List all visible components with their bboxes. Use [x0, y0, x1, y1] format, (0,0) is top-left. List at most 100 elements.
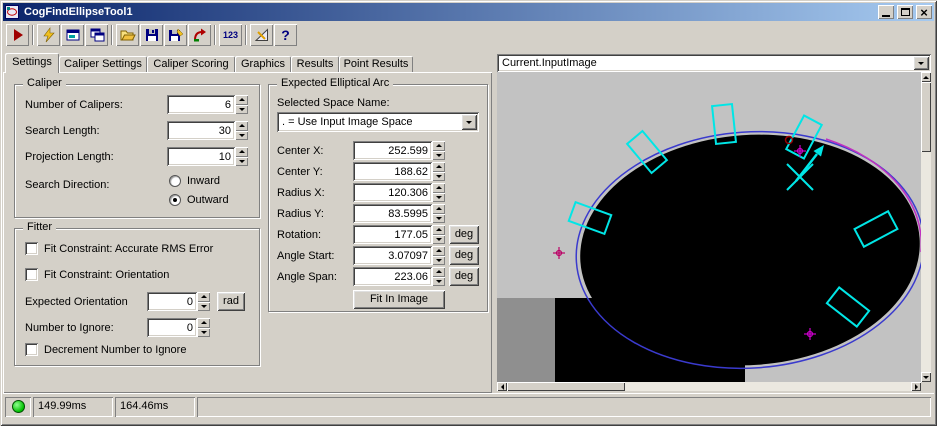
rms-checkbox[interactable]	[25, 242, 38, 255]
selected-space-value: . = Use Input Image Space	[282, 116, 413, 128]
image-source-combo[interactable]: Current.InputImage	[497, 54, 931, 72]
spin-down-icon[interactable]	[432, 213, 445, 223]
tab-results[interactable]: Results	[291, 56, 339, 72]
decrement-checkbox-row: Decrement Number to Ignore	[25, 343, 186, 356]
vertical-scroll-thumb[interactable]	[921, 82, 931, 152]
decrement-number-checkbox[interactable]	[25, 343, 38, 356]
search-length-input[interactable]	[167, 121, 235, 140]
orientation-constraint-checkbox[interactable]	[25, 268, 38, 281]
number-to-ignore-spinner[interactable]	[197, 318, 210, 337]
spin-down-icon[interactable]	[432, 255, 445, 265]
close-button[interactable]: ×	[916, 5, 932, 19]
spin-up-icon[interactable]	[432, 141, 445, 151]
center-y-spinner[interactable]	[432, 162, 445, 181]
decrement-checkbox-label: Decrement Number to Ignore	[44, 343, 187, 356]
scroll-right-button[interactable]	[911, 382, 921, 391]
help-button[interactable]: ?	[274, 24, 297, 46]
radius-x-spinner[interactable]	[432, 183, 445, 202]
image-display[interactable]	[497, 72, 925, 382]
number-to-ignore-input[interactable]	[147, 318, 197, 337]
outward-radio[interactable]	[169, 194, 181, 206]
rotation-spinner[interactable]	[432, 225, 445, 244]
spin-up-icon[interactable]	[235, 121, 248, 131]
number-of-calipers-spinner[interactable]	[235, 95, 248, 114]
combo-dropdown-button[interactable]	[461, 114, 477, 130]
spin-down-icon[interactable]	[197, 301, 210, 311]
save-button[interactable]	[140, 24, 163, 46]
radius-y-spinner[interactable]	[432, 204, 445, 223]
search-length-spinner[interactable]	[235, 121, 248, 140]
expected-orientation-input[interactable]	[147, 292, 197, 311]
spin-down-icon[interactable]	[432, 234, 445, 244]
inward-radio[interactable]	[169, 175, 181, 187]
spin-down-icon[interactable]	[235, 130, 248, 140]
angle-start-input[interactable]	[353, 246, 432, 265]
rotation-input[interactable]	[353, 225, 432, 244]
horizontal-scroll-thumb[interactable]	[507, 382, 625, 391]
center-y-input[interactable]	[353, 162, 432, 181]
electric-run-button[interactable]	[37, 24, 60, 46]
tab-graphics[interactable]: Graphics	[235, 56, 291, 72]
spin-up-icon[interactable]	[432, 267, 445, 277]
maximize-button[interactable]	[897, 5, 913, 19]
angle-span-spinner[interactable]	[432, 267, 445, 286]
tab-caliper-scoring[interactable]: Caliper Scoring	[147, 56, 235, 72]
radius-y-input[interactable]	[353, 204, 432, 223]
open-button[interactable]	[116, 24, 139, 46]
fit-in-image-button[interactable]: Fit In Image	[353, 290, 445, 309]
numeric-results-button[interactable]: 123	[219, 24, 242, 46]
window-icon	[5, 5, 19, 19]
spin-down-icon[interactable]	[432, 150, 445, 160]
rotation-deg-button[interactable]: deg	[449, 225, 479, 244]
spin-up-icon[interactable]	[197, 318, 210, 328]
spin-up-icon[interactable]	[432, 204, 445, 214]
angle-span-field	[353, 267, 445, 286]
scroll-down-button[interactable]	[921, 372, 931, 382]
number-of-calipers-input[interactable]	[167, 95, 235, 114]
angle-start-deg-button[interactable]: deg	[449, 246, 479, 265]
image-canvas	[497, 72, 925, 382]
angle-span-deg-button[interactable]: deg	[449, 267, 479, 286]
spin-down-icon[interactable]	[235, 104, 248, 114]
selected-space-combo[interactable]: . = Use Input Image Space	[277, 112, 479, 132]
title-bar[interactable]: CogFindEllipseTool1 ×	[3, 3, 934, 21]
minimize-button[interactable]	[878, 5, 894, 19]
radius-x-field	[353, 183, 445, 202]
tab-caliper-settings[interactable]: Caliper Settings	[59, 56, 147, 72]
angle-span-input[interactable]	[353, 267, 432, 286]
horizontal-scrollbar[interactable]	[497, 382, 921, 391]
projection-length-input[interactable]	[167, 147, 235, 166]
expected-orientation-spinner[interactable]	[197, 292, 210, 311]
save-image-button[interactable]	[164, 24, 187, 46]
scroll-left-button[interactable]	[497, 382, 507, 391]
spin-down-icon[interactable]	[235, 156, 248, 166]
center-x-spinner[interactable]	[432, 141, 445, 160]
spin-down-icon[interactable]	[432, 192, 445, 202]
import-button[interactable]	[188, 24, 211, 46]
scroll-up-button[interactable]	[921, 72, 931, 82]
tab-point-results[interactable]: Point Results	[339, 56, 413, 72]
spin-up-icon[interactable]	[235, 147, 248, 157]
spin-down-icon[interactable]	[197, 327, 210, 337]
spin-up-icon[interactable]	[432, 183, 445, 193]
projection-length-spinner[interactable]	[235, 147, 248, 166]
spin-up-icon[interactable]	[432, 246, 445, 256]
center-x-input[interactable]	[353, 141, 432, 160]
current-record-button[interactable]	[61, 24, 84, 46]
radius-x-input[interactable]	[353, 183, 432, 202]
float-window-button[interactable]	[85, 24, 108, 46]
angle-units-button[interactable]	[250, 24, 273, 46]
spin-up-icon[interactable]	[235, 95, 248, 105]
angle-start-spinner[interactable]	[432, 246, 445, 265]
spin-down-icon[interactable]	[432, 171, 445, 181]
spin-up-icon[interactable]	[197, 292, 210, 302]
vertical-scrollbar[interactable]	[921, 72, 931, 382]
combo-dropdown-button[interactable]	[913, 56, 929, 70]
run-button[interactable]	[6, 24, 29, 46]
spin-up-icon[interactable]	[432, 162, 445, 172]
rad-unit-button[interactable]: rad	[217, 292, 245, 311]
tab-settings[interactable]: Settings	[5, 53, 59, 73]
spin-down-icon[interactable]	[432, 276, 445, 286]
search-direction-label: Search Direction:	[25, 179, 110, 191]
spin-up-icon[interactable]	[432, 225, 445, 235]
